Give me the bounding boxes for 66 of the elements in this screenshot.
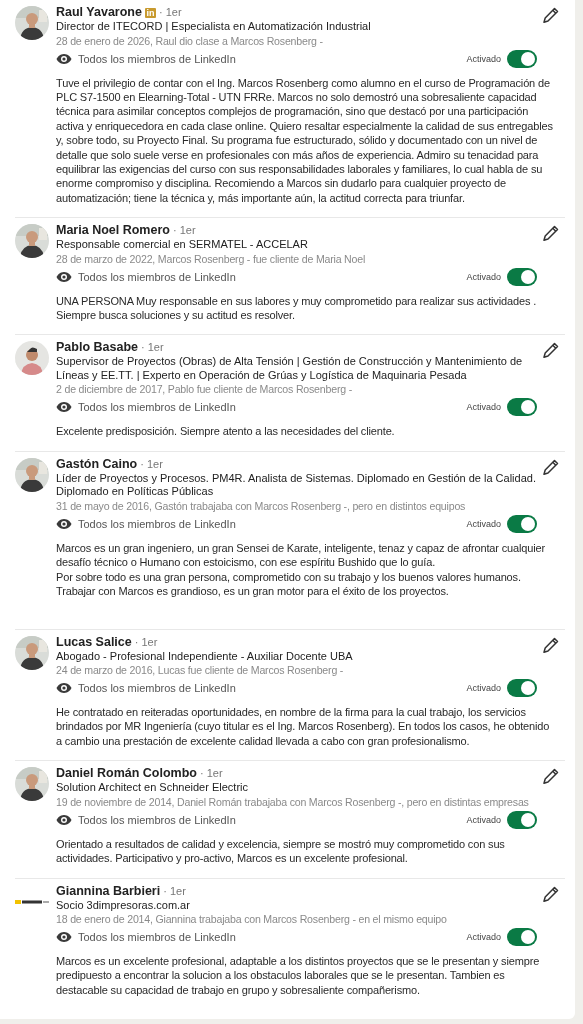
recommendation-date: 31 de mayo de 2016, Gastón trabajaba con Marcos Rosenberg -, pero en distintos equipos [56,498,467,513]
person-name[interactable]: Gastón Caino [56,456,138,472]
connection-degree: · 1er [140,456,163,472]
recommendation-text: Marcos es un gran ingeniero, un gran Sensei de Karate, inteligente, tenaz y capaz de afrontar cualquier desafío técnico o Humano con estoicismo, con ese espíritu Bushido que lo guía. Por sobre todo es una gran persona, comprometido con su trabajo y los buenos valores humanos. Trabajar con Marcos es grandioso, es un gran motor para el éxito de los proyectos. [56,540,547,599]
person-name[interactable]: Raul Yavarone [56,5,142,20]
visibility-label: Todos los miembros de LinkedIn [78,270,237,283]
edit-button[interactable] [543,342,559,361]
recommendation-date: 28 de enero de 2026, Raul dio clase a Marcos Rosenberg - [56,33,324,48]
person-name[interactable]: Giannina Barbieri [56,883,161,899]
visibility-label: Todos los miembros de LinkedIn [78,52,237,65]
recommendation-date: 2 de diciembre de 2017, Pablo fue cliente de Marcos Rosenberg - [56,382,353,397]
connection-degree: · 1er [158,5,182,20]
edit-button[interactable] [543,225,559,244]
edit-button[interactable] [543,458,559,477]
visibility-label: Todos los miembros de LinkedIn [78,517,237,530]
edit-button[interactable] [543,7,559,25]
toggle-label: Activado [466,683,501,693]
headline: Responsable comercial en SERMATEL - ACCELAR [56,238,309,252]
premium-badge: in [144,7,156,18]
edit-button[interactable] [543,768,559,787]
recommendation-date: 19 de noviembre de 2014, Daniel Román trabajaba con Marcos Rosenberg -, pero en distintas empresas [56,794,530,809]
toggle-label: Activado [466,932,501,943]
connection-degree: · 1er [172,223,196,239]
edit-button[interactable] [543,636,559,655]
logo-icon [15,899,49,904]
visibility-label: Todos los miembros de LinkedIn [78,813,237,826]
visibility-label: Todos los miembros de LinkedIn [78,401,237,414]
visibility-toggle[interactable] [507,810,537,829]
toggle-label: Activado [466,53,501,64]
connection-degree: · 1er [163,883,186,899]
visibility-toggle[interactable] [507,267,537,286]
headline: Líder de Proyectos y Procesos. PM4R. Analista de Sistemas. Diplomado en Gestión de la Calidad. Diplomado en Políticas Públicas [56,471,537,499]
headline: Abogado - Profesional Independiente - Auxiliar Docente UBA [56,649,354,663]
visibility-toggle[interactable] [507,398,537,417]
eye-icon [56,680,72,696]
visibility-label: Todos los miembros de LinkedIn [78,682,237,694]
headline: Solution Architect en Schneider Electric [56,781,249,795]
visibility-toggle[interactable] [507,514,537,533]
recommendation-text: Marcos es un excelente profesional, adaptable a los distintos proyectos que se le presentan y siempre predipuesto a encontrar la solucion a los obstaculos laborales que se le presentan. Tambien es destacable su capacidad de trabajo en grupo y sobresaliente compañerismo. [56,954,541,998]
recommendation-text: Tuve el privilegio de contar con el Ing. Marcos Rosenberg como alumno en el curso de Programación de PLC S7-1500 en Elearning-Total - UTN FRRe. Marcos no solo demostró una sobresaliente capacidad técnica para asimilar conceptos complejos de programación, sino que destacó por una participación activa y enriquecedora en cada clase online. Quiero resaltar especialmente la calidad de sus entregables y, sobre todo, su Proyecto Final. Su programa fue estructurado, sólido y documentado con un nivel de detalle que solo suele verse en profesionales con más años de experiencia. Admiro su tenacidad para equilibrar las exigencias del curso con sus responsabilidades laborales y familiares, lo cual habla de su enorme compromiso y disciplina. Recomiendo a Marcos sin dudarlo para cualquier proyecto de automatización; tiene la técnica y, más importante aún, la actitud correcta para triunfar. [56,75,554,206]
person-name[interactable]: Maria Noel Romero [56,223,170,239]
recommendation-text: He contratado en reiteradas oportunidades, en nombre de la firma para la cual trabajo, los servicios brindados por MR Ingeniería (cuyo titular es el Ing. Marcos Rosenberg). En todos los casos, he obtenido a cambio una prestación de excelente calidad llevada a cabo con gran profesionalismo. [56,705,551,749]
recommendation-date: 18 de enero de 2014, Giannina trabajaba con Marcos Rosenberg - en el mismo equipo [56,912,448,927]
recommendation-date: 28 de marzo de 2022, Marcos Rosenberg - fue cliente de Maria Noel [56,251,367,266]
recommendation-text: Excelente predisposición. Siempre atento a las necesidades del cliente. [56,424,396,439]
person-name[interactable]: Pablo Basabe [56,340,138,356]
toggle-label: Activado [466,814,501,825]
connection-degree: · 1er [134,634,158,650]
headline: Socio 3dimpresoras.com.ar [56,898,191,913]
toggle-label: Activado [466,518,501,529]
recommendation-text: UNA PERSONA Muy responsable en sus labores y muy comprometido para realizar sus actividades . Siempre busca soluciones y su actitud es resolver. [56,293,538,323]
person-name[interactable]: Lucas Salice [56,634,132,650]
visibility-label: Todos los miembros de LinkedIn [78,931,237,944]
visibility-toggle[interactable] [507,49,537,68]
toggle-label: Activado [466,402,501,413]
headline: Director de ITECORD | Especialista en Automatización Industrial [56,20,372,34]
recommendation-text: Orientado a resultados de calidad y excelencia, siempre se mostró muy comprometido con sus actividades. Participativo y pro-activo, Marcos es un excelente profesional. [56,836,506,866]
edit-button[interactable] [543,885,559,904]
visibility-toggle[interactable] [507,928,537,947]
connection-degree: · 1er [200,766,223,782]
headline: Supervisor de Proyectos (Obras) de Alta Tensión | Gestión de Construcción y Mantenimiento de Líneas y EE.TT. | Experto en Operación de Grúas y Logística de Maquinaria Pesada [56,355,524,383]
connection-degree: · 1er [141,340,164,356]
person-name[interactable]: Daniel Román Colombo [56,766,197,782]
toggle-label: Activado [466,271,501,282]
visibility-toggle[interactable] [507,679,537,697]
recommendation-date: 24 de marzo de 2016, Lucas fue cliente de Marcos Rosenberg - [56,663,345,677]
